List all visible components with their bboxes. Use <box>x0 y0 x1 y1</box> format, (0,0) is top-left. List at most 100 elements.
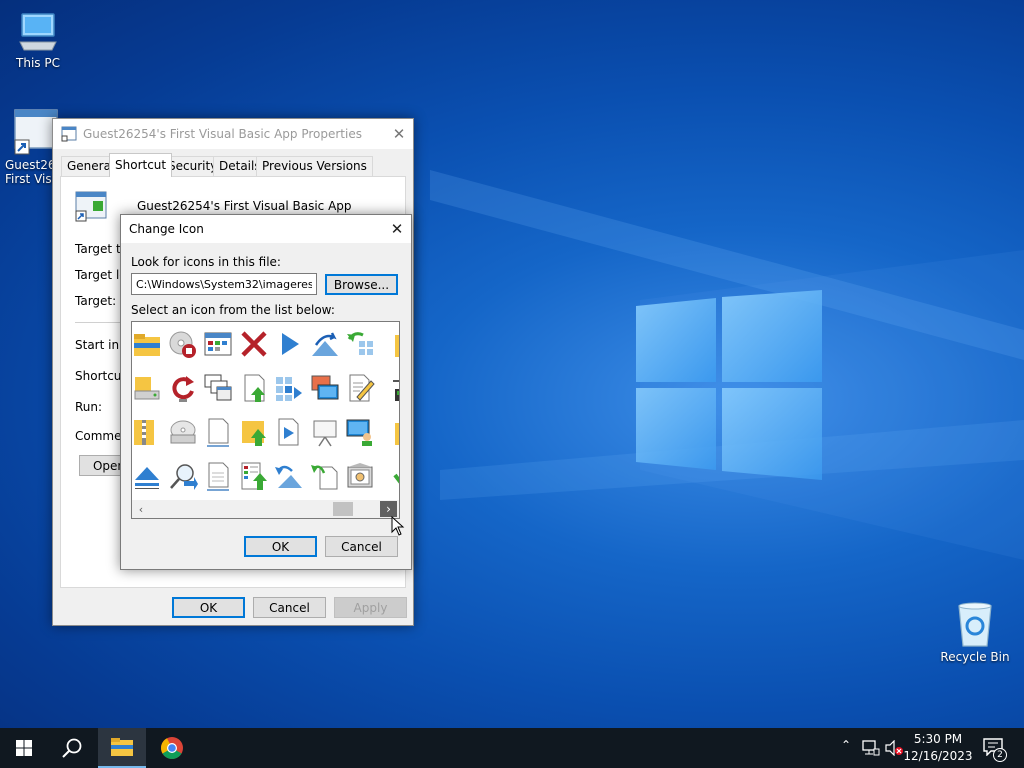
start-button[interactable] <box>0 728 48 768</box>
red-x-icon <box>240 331 267 357</box>
picture-monitor-icon <box>311 375 338 400</box>
icon-option[interactable] <box>200 326 236 362</box>
icon-option[interactable] <box>307 414 343 450</box>
change-icon-cancel-button[interactable]: Cancel <box>325 536 398 557</box>
icon-option[interactable] <box>271 326 307 362</box>
presentation-board-icon <box>313 420 336 447</box>
icon-option[interactable] <box>271 458 307 494</box>
clock-date: 12/16/2023 <box>903 749 973 763</box>
recycle-bin-icon <box>958 602 992 647</box>
disc-stop-icon <box>169 331 196 358</box>
icon-option[interactable] <box>165 326 201 362</box>
undo-document-icon <box>310 465 337 490</box>
drive-icon <box>134 377 160 400</box>
folder-partial-icon <box>394 335 399 357</box>
blank-document-icon <box>207 418 229 447</box>
mountain-undo-icon <box>275 465 302 488</box>
icon-option[interactable] <box>378 326 399 362</box>
icon-file-path-input[interactable] <box>131 273 317 295</box>
icon-option[interactable] <box>132 414 165 450</box>
windows-start-icon <box>16 740 32 756</box>
icon-option[interactable] <box>165 370 201 406</box>
icon-option[interactable] <box>236 370 272 406</box>
icon-option[interactable] <box>236 326 272 362</box>
icon-option[interactable] <box>132 458 165 494</box>
tray-chevron-button[interactable]: ⌃ <box>838 738 854 758</box>
chevron-up-icon: ⌃ <box>840 738 852 752</box>
taskbar-file-explorer[interactable] <box>98 728 146 768</box>
taskbar-clock[interactable]: 5:30 PM 12/16/2023 <box>902 731 974 765</box>
icon-list[interactable]: ‹ › <box>131 321 400 519</box>
icon-option[interactable] <box>236 458 272 494</box>
icon-option[interactable] <box>236 414 272 450</box>
icon-option[interactable] <box>200 414 236 450</box>
properties-close-button[interactable]: ✕ <box>385 120 413 148</box>
taskbar: ⌃ 5:30 PM 12/16/2023 2 <box>0 728 1024 768</box>
icon-option[interactable] <box>132 326 165 362</box>
notification-count-badge: 2 <box>993 748 1007 762</box>
icon-option[interactable] <box>271 414 307 450</box>
properties-cancel-button[interactable]: Cancel <box>253 597 326 618</box>
label-run: Run: <box>75 400 103 414</box>
icon-option[interactable] <box>378 458 399 494</box>
icon-option[interactable] <box>165 414 201 450</box>
browse-button[interactable]: Browse... <box>325 274 398 295</box>
network-icon[interactable] <box>862 740 880 756</box>
notification-center-button[interactable]: 2 <box>980 736 1008 762</box>
properties-title: Guest26254's First Visual Basic App Prop… <box>83 127 362 141</box>
scroll-right-button[interactable]: › <box>380 501 397 517</box>
desktop-icon-recycle-bin[interactable]: Recycle Bin <box>937 600 1013 664</box>
icon-option[interactable] <box>271 370 307 406</box>
search-arrow-icon <box>169 464 198 490</box>
monitor-user-icon <box>346 419 372 446</box>
safe-icon <box>347 463 373 488</box>
change-icon-ok-button[interactable]: OK <box>244 536 317 557</box>
icon-option[interactable] <box>307 370 343 406</box>
look-for-icons-label: Look for icons in this file: <box>131 255 281 269</box>
icon-option[interactable] <box>307 326 343 362</box>
icon-option[interactable] <box>342 414 378 450</box>
tab-shortcut[interactable]: Shortcut <box>109 153 173 177</box>
window-stack-icon <box>204 374 232 401</box>
icon-option[interactable] <box>378 414 399 450</box>
desktop-label-shortcut-1: Guest262 <box>5 158 56 172</box>
icon-option[interactable] <box>342 326 378 362</box>
search-button[interactable] <box>48 728 96 768</box>
icon-list-scrollbar[interactable]: ‹ › <box>132 500 399 518</box>
desktop-label-this-pc: This PC <box>16 56 60 70</box>
tab-previous-versions[interactable]: Previous Versions <box>256 156 373 177</box>
mouse-cursor-icon <box>391 516 405 536</box>
app-name-text: Guest26254's First Visual Basic App <box>137 199 352 213</box>
icon-grid <box>132 322 399 500</box>
list-up-icon <box>241 462 267 490</box>
scroll-thumb[interactable] <box>333 502 353 516</box>
icon-option[interactable] <box>132 370 165 406</box>
windows-logo-wallpaper <box>636 290 822 480</box>
folder-icon <box>134 334 160 356</box>
icon-option[interactable] <box>342 458 378 494</box>
icon-option[interactable] <box>200 370 236 406</box>
app-window-icon <box>75 191 107 222</box>
desktop-icon-this-pc[interactable]: This PC <box>0 10 76 70</box>
volume-muted-icon[interactable] <box>884 740 904 756</box>
change-icon-close-button[interactable]: ✕ <box>383 215 411 243</box>
taskbar-chrome[interactable] <box>148 728 196 768</box>
icon-option[interactable] <box>307 458 343 494</box>
desktop-icon-vb-shortcut[interactable]: Guest262 First Visu <box>0 108 58 186</box>
change-icon-titlebar[interactable]: Change Icon ✕ <box>121 215 411 243</box>
properties-ok-button[interactable]: OK <box>172 597 245 618</box>
label-target: Target: <box>75 294 117 308</box>
icon-option[interactable] <box>200 458 236 494</box>
properties-apply-button[interactable]: Apply <box>334 597 407 618</box>
icon-option[interactable] <box>378 370 399 406</box>
properties-titlebar[interactable]: Guest26254's First Visual Basic App Prop… <box>53 119 413 149</box>
text-document-icon <box>207 462 229 491</box>
clock-time: 5:30 PM <box>913 732 963 746</box>
icon-option[interactable] <box>342 370 378 406</box>
desktop-label-recycle-bin: Recycle Bin <box>940 650 1010 664</box>
scroll-left-button[interactable]: ‹ <box>132 500 150 518</box>
search-icon <box>62 738 82 758</box>
document-up-icon <box>244 374 265 402</box>
refresh-red-icon <box>171 376 194 402</box>
icon-option[interactable] <box>165 458 201 494</box>
